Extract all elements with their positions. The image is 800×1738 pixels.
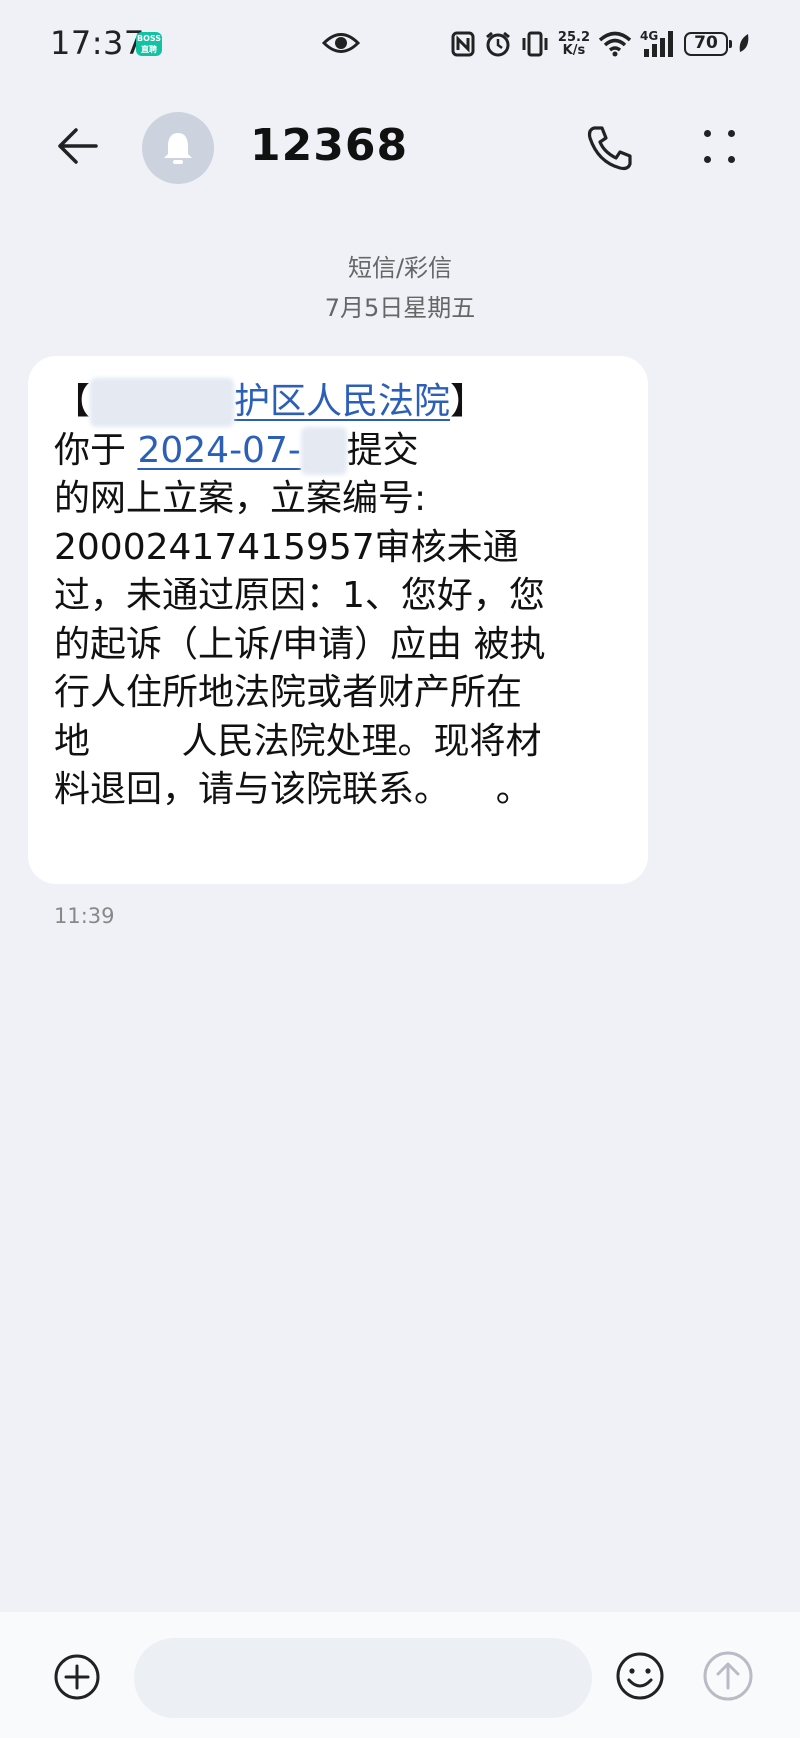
status-time: 17:37 (50, 24, 145, 62)
message-line: 行人住所地法院或者财产所在 (54, 672, 523, 713)
line2-prefix: 你于 (54, 429, 138, 471)
avatar[interactable] (142, 112, 214, 184)
boss-app-icon: BOSS 直聘 (136, 32, 162, 56)
compose-bar (0, 1612, 800, 1738)
message-type-label: 短信/彩信 (347, 254, 453, 282)
date-text: 2024-07- (137, 429, 301, 471)
vibrate-icon (522, 31, 548, 57)
bracket-open: 【 (54, 381, 91, 422)
redacted-text: 某某某某 (90, 378, 235, 427)
plus-circle-icon[interactable] (52, 1652, 102, 1702)
net-speed-unit: K/s (562, 43, 586, 58)
bracket-close: 】 (450, 381, 487, 422)
message-date-label: 7月5日星期五 (324, 294, 476, 322)
redacted-text: 00 (300, 426, 347, 475)
more-vertical-icon[interactable] (700, 126, 740, 170)
emoji-icon[interactable] (614, 1650, 666, 1702)
conversation-header: 12368 (0, 100, 800, 200)
net-speed: 25.2 K/s (558, 31, 590, 57)
status-bar: 17:37 BOSS 直聘 25.2 K/s 4G 70 (0, 0, 800, 90)
leaf-icon (739, 34, 749, 52)
signal-icon (644, 31, 673, 57)
bell-icon (164, 133, 192, 164)
eye-icon (322, 33, 360, 53)
message-line: 的网上立案，立案编号: (54, 478, 427, 519)
court-link[interactable]: 某某某某护区人民法院 (90, 378, 451, 427)
message-time: 11:39 (54, 904, 115, 928)
message-input[interactable] (134, 1638, 592, 1718)
line2-suffix: 提交 (346, 429, 419, 471)
message-bubble[interactable]: 【某某某某护区人民法院】 你于 2024-07-00提交 的网上立案，立案编号:… (28, 356, 648, 884)
message-line: 料退回，请与该院联系。 。 (54, 769, 532, 810)
message-line: 你于 2024-07-00提交 (54, 426, 622, 475)
send-arrow-icon[interactable] (700, 1648, 756, 1704)
battery-indicator: 70 (684, 32, 732, 56)
alarm-icon (485, 31, 510, 57)
message-line: 过，未通过原因：1、您好，您 (54, 575, 545, 616)
status-icons: 25.2 K/s 4G 70 (450, 24, 752, 64)
message-line: 【某某某某护区人民法院】 (54, 378, 622, 427)
cell-signal: 4G (640, 29, 676, 59)
date-link[interactable]: 2024-07-00 (137, 426, 347, 475)
message-line: 的起诉（上诉/申请）应由 被执 (54, 623, 546, 665)
court-name: 护区人民法院 (234, 381, 451, 422)
back-arrow-icon[interactable] (52, 120, 104, 172)
phone-icon[interactable] (584, 122, 636, 174)
message-line: 20002417415957审核未通 (54, 526, 519, 568)
nfc-icon (451, 31, 475, 57)
wifi-icon (598, 31, 632, 57)
contact-number: 12368 (250, 120, 409, 171)
message-line: 地 人民法院处理。现将材 (54, 720, 542, 762)
